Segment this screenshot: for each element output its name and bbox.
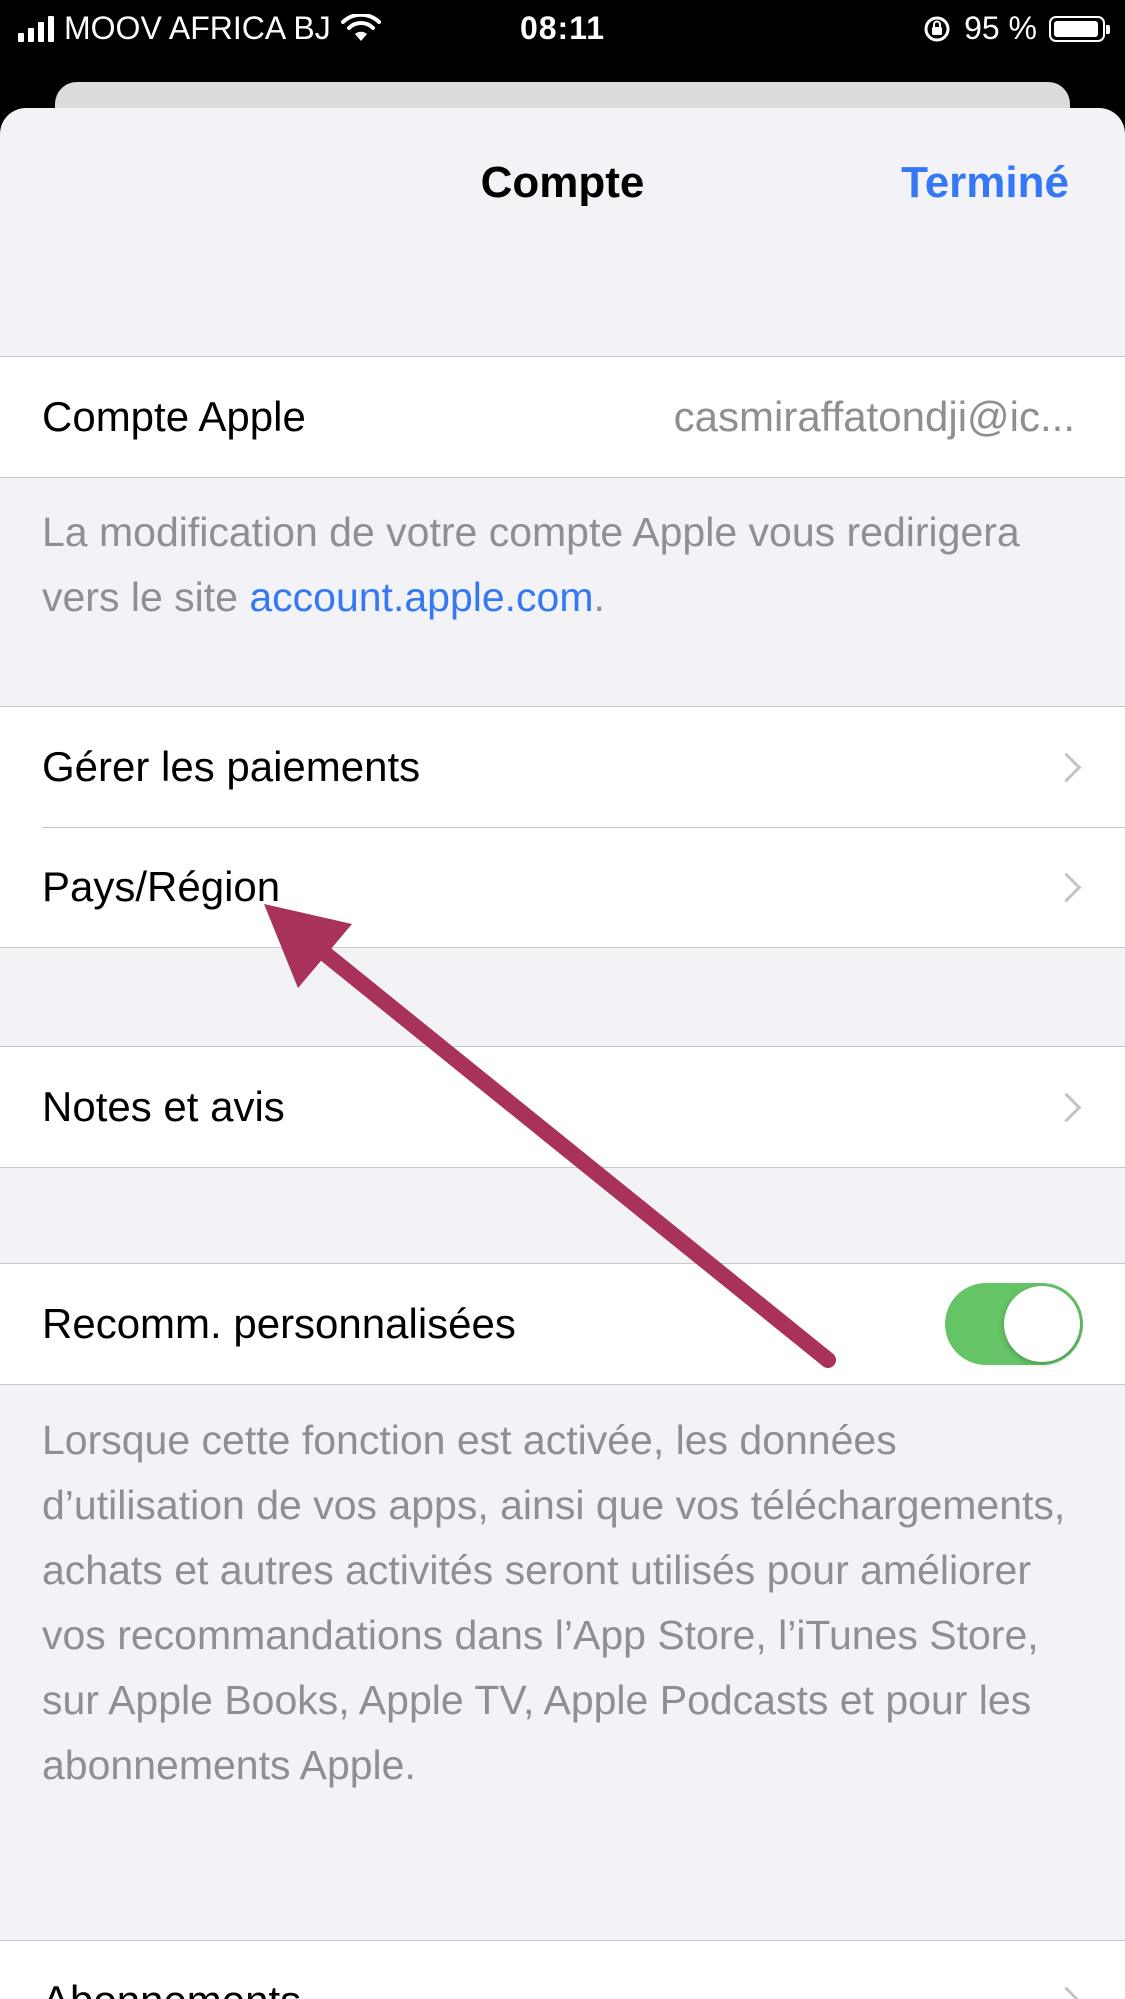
- chevron-right-icon: [1051, 1986, 1082, 1999]
- recommendations-row: Recomm. personnalisées: [0, 1264, 1125, 1384]
- recommendations-description: Lorsque cette fonction est activée, les …: [42, 1417, 1066, 1788]
- account-note: La modification de votre compte Apple vo…: [42, 500, 1082, 630]
- ratings-reviews-row[interactable]: Notes et avis: [0, 1047, 1125, 1167]
- apple-account-label: Compte Apple: [42, 393, 306, 440]
- chevron-right-icon: [1051, 872, 1082, 902]
- status-right: 95 %: [922, 10, 1110, 47]
- subscriptions-row[interactable]: Abonnements: [0, 1941, 1125, 1999]
- apple-account-row[interactable]: Compte Apple casmiraffatondji@ic...: [0, 357, 1125, 477]
- manage-payments-label: Gérer les paiements: [42, 743, 421, 790]
- country-region-label: Pays/Région: [42, 863, 281, 910]
- account-link[interactable]: account.apple.com: [249, 574, 593, 620]
- account-sheet: Compte Terminé Compte Apple casmiraffato…: [0, 108, 1125, 1999]
- battery-percent: 95 %: [964, 10, 1037, 46]
- ratings-reviews-label: Notes et avis: [42, 1083, 285, 1130]
- country-region-row[interactable]: Pays/Région: [0, 827, 1125, 947]
- chevron-right-icon: [1051, 752, 1082, 782]
- subscriptions-group: Abonnements: [0, 1940, 1125, 1999]
- toggle-knob: [1004, 1286, 1080, 1362]
- ratings-group: Notes et avis: [0, 1046, 1125, 1168]
- recommendations-toggle[interactable]: [945, 1283, 1083, 1365]
- apple-account-email: casmiraffatondji@ic...: [673, 393, 1075, 440]
- done-button[interactable]: Terminé: [901, 158, 1069, 208]
- recommendations-group: Recomm. personnalisées: [0, 1263, 1125, 1385]
- recommendations-label: Recomm. personnalisées: [42, 1300, 516, 1347]
- account-note-suffix: .: [593, 574, 605, 620]
- apple-account-group: Compte Apple casmiraffatondji@ic...: [0, 356, 1125, 478]
- battery-icon: [1049, 15, 1110, 42]
- chevron-right-icon: [1051, 1092, 1082, 1122]
- payments-group: Gérer les paiements Pays/Région: [0, 706, 1125, 948]
- rotation-lock-icon: [924, 16, 950, 41]
- subscriptions-label: Abonnements: [42, 1977, 301, 1999]
- status-bar: MOOV AFRICA BJ 08:11 95 %: [0, 0, 1125, 62]
- manage-payments-row[interactable]: Gérer les paiements: [0, 707, 1125, 827]
